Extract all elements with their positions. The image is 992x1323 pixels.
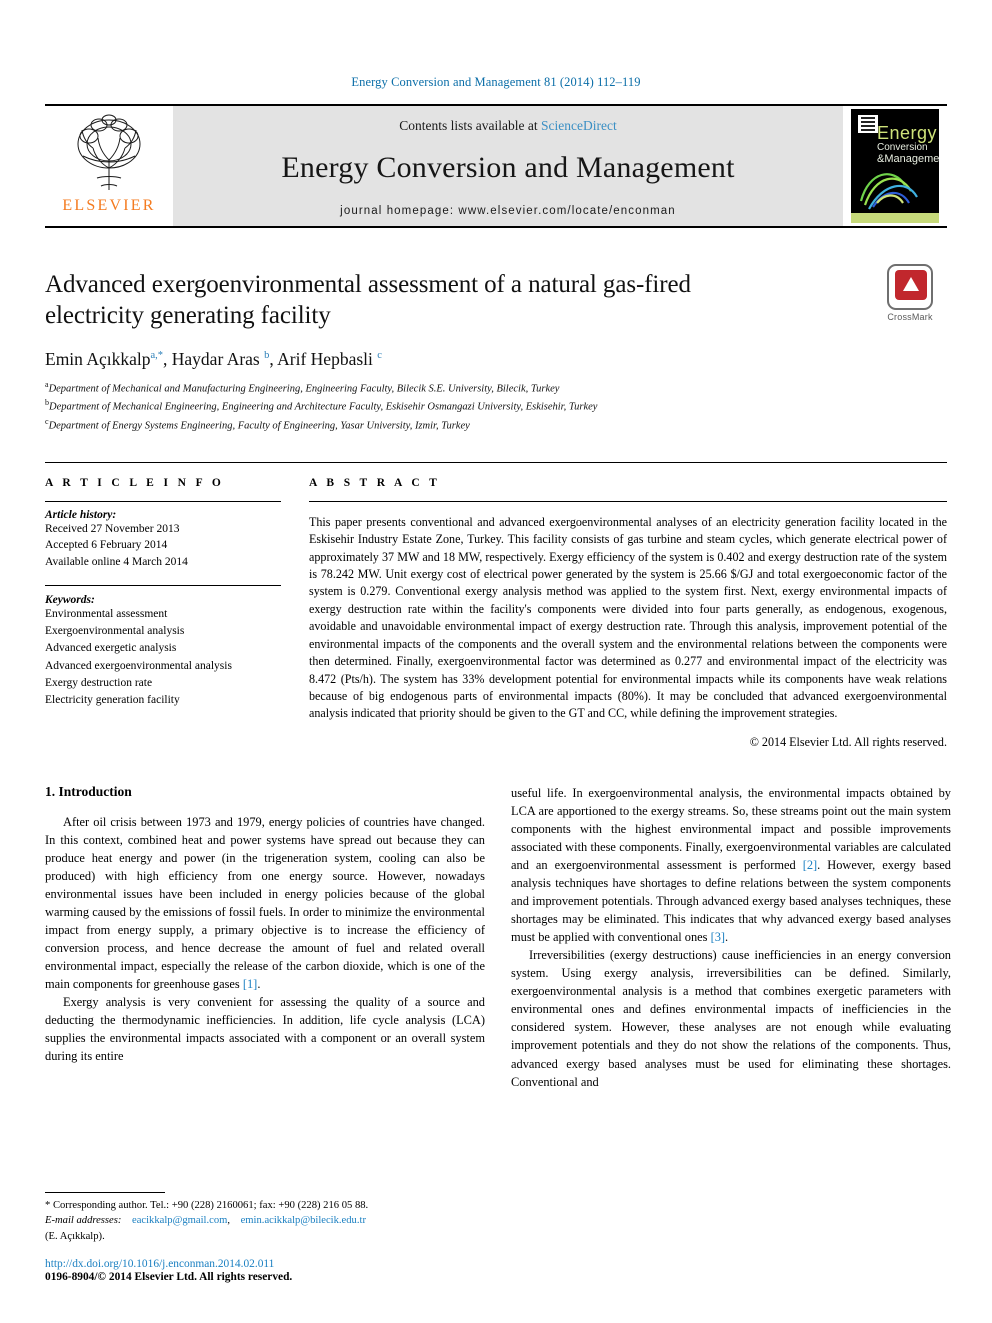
body-column-right: useful life. In exergoenvironmental anal… [511,784,951,1091]
affiliation-mark: b [45,398,49,408]
cover-title-line2: Conversion [877,142,928,153]
abstract-heading: A B S T R A C T [309,476,441,489]
divider [45,584,281,586]
masthead-center: Contents lists available at ScienceDirec… [173,106,843,226]
email-link-2[interactable]: emin.acikkalp@bilecik.edu.tr [241,1215,366,1226]
contents-prefix: Contents lists available at [399,117,541,133]
paragraph: useful life. In exergoenvironmental anal… [511,784,951,946]
affiliation-mark: a [45,380,49,389]
section-heading-introduction: 1. Introduction [45,783,132,799]
affiliation-mark: c [45,416,49,426]
crossmark-badge-group[interactable]: CrossMark [873,264,947,322]
paragraph-tail: . [725,930,729,945]
email-label: E-mail addresses: [45,1215,122,1227]
affiliations: aDepartment of Mechanical and Manufactur… [45,379,947,434]
paragraph-text: After oil crisis between 1973 and 1979, … [45,814,485,992]
divider [45,500,281,502]
paragraph: Irreversibilities (exergy destructions) … [511,948,951,1089]
abstract-text: This paper presents conventional and adv… [309,514,947,721]
affiliation-line: cDepartment of Energy Systems Engineerin… [45,416,470,432]
citation-link-2[interactable]: [2] [803,858,817,872]
keyword-item: Advanced exergetic analysis [45,642,177,655]
journal-title: Energy Conversion and Management [281,150,735,184]
doi-link[interactable]: http://dx.doi.org/10.1016/j.enconman.201… [45,1258,485,1270]
doi-block: http://dx.doi.org/10.1016/j.enconman.201… [45,1258,485,1283]
issn-copyright: 0196-8904/© 2014 Elsevier Ltd. All right… [45,1271,293,1283]
affiliation-line: aDepartment of Mechanical and Manufactur… [45,380,560,395]
running-head: Energy Conversion and Management 81 (201… [351,75,641,89]
article-info-heading: A R T I C L E I N F O [45,476,225,489]
email-owner: (E. Açıkkalp). [45,1230,105,1242]
footnote-block: * Corresponding author. Tel.: +90 (228) … [45,1191,485,1283]
paragraph: Exergy analysis is very convenient for a… [45,995,485,1064]
journal-cover-thumbnail: Energy Conversion &Management [843,106,947,226]
journal-cover-image: Energy Conversion &Management [851,109,939,223]
cover-bottom-band [851,213,939,223]
divider [309,500,947,502]
corresponding-author-note: * Corresponding author. Tel.: +90 (228) … [45,1199,369,1211]
article-info-column: A R T I C L E I N F O Article history: R… [45,477,281,750]
keyword-item: Exergoenvironmental analysis [45,625,185,638]
journal-homepage[interactable]: journal homepage: www.elsevier.com/locat… [340,205,676,217]
paper-page: Energy Conversion and Management 81 (201… [0,0,992,1323]
divider [45,1191,165,1193]
article-history-list: Received 27 November 2013 Accepted 6 Febr… [45,521,281,571]
keyword-item: Electricity generation facility [45,694,180,707]
crossmark-icon [887,264,933,310]
paragraph: After oil crisis between 1973 and 1979, … [45,813,485,993]
abstract-copyright: © 2014 Elsevier Ltd. All rights reserved… [749,734,947,749]
email-separator: , [227,1215,231,1227]
author-list: Emin Açıkkalpa,*, Haydar Aras b, Arif He… [45,349,382,369]
abstract-column: A B S T R A C T This paper presents conv… [309,477,947,750]
article-history-label: Article history: [45,508,117,521]
keyword-item: Environmental assessment [45,607,168,620]
elsevier-tree-icon [77,114,141,190]
contents-available-line: Contents lists available at ScienceDirec… [399,118,616,134]
citation-link-1[interactable]: [1] [243,977,257,991]
elsevier-logo: ELSEVIER [45,106,173,226]
info-abstract-row: A R T I C L E I N F O Article history: R… [45,461,947,750]
cover-title-line1: Energy [877,123,938,143]
keywords-label: Keywords: [45,593,95,606]
body-column-left: 1. Introduction After oil crisis between… [45,784,485,1091]
article-history-item: Accepted 6 February 2014 [45,539,168,552]
sciencedirect-link[interactable]: ScienceDirect [541,118,617,133]
keyword-item: Advanced exergoenvironmental analysis [45,659,232,672]
keyword-item: Exergy destruction rate [45,676,153,689]
page-title: Advanced exergoenvironmental assessment … [45,271,691,329]
body-columns: 1. Introduction After oil crisis between… [45,784,951,1091]
crossmark-label: CrossMark [887,312,933,322]
affiliation-line: bDepartment of Mechanical Engineering, E… [45,398,598,413]
keywords-list: Environmental assessment Exergoenvironmen… [45,606,281,710]
article-history-item: Available online 4 March 2014 [45,556,188,569]
paragraph-tail: . [257,977,261,992]
email-note: E-mail addresses: eacikkalp@gmail.com, e… [45,1213,485,1228]
email-link-1[interactable]: eacikkalp@gmail.com [132,1215,227,1226]
cover-title-line3: &Management [877,153,939,165]
article-history-item: Received 27 November 2013 [45,522,180,535]
elsevier-wordmark: ELSEVIER [62,197,156,214]
title-block: CrossMark Advanced exergoenvironmental a… [45,264,947,434]
citation-link-3[interactable]: [3] [711,930,725,944]
journal-masthead: ELSEVIER Contents lists available at Sci… [45,104,947,228]
